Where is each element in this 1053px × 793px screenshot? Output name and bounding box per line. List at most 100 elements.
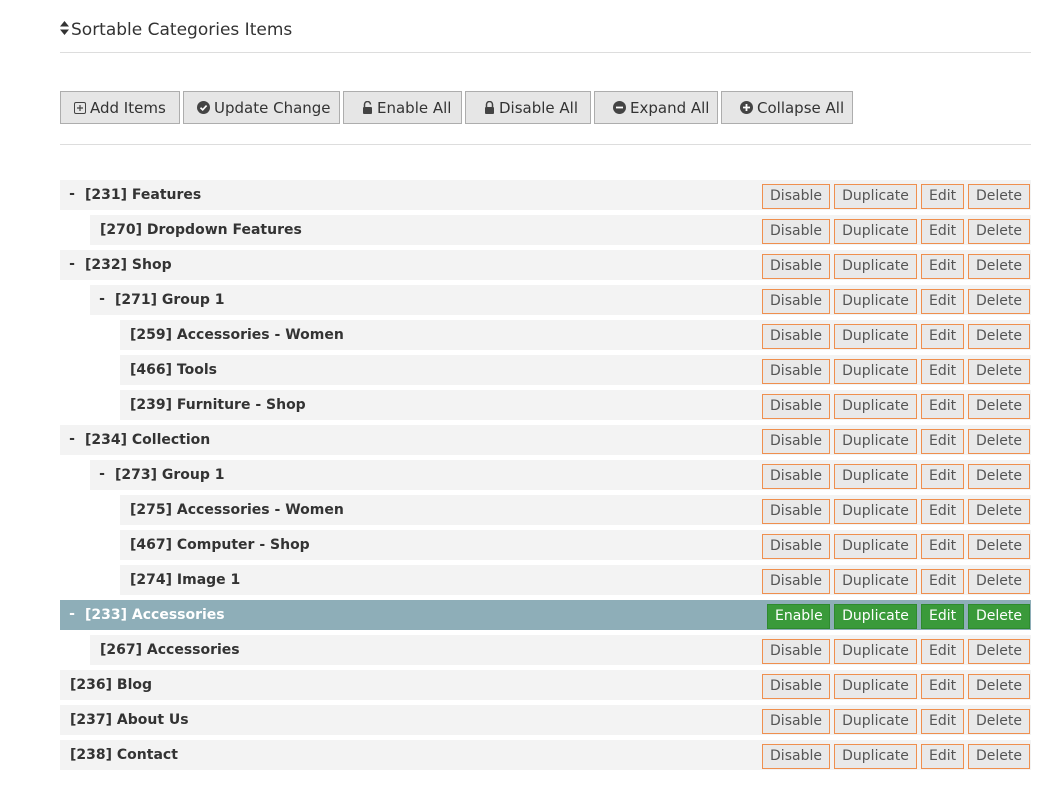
disable-button[interactable]: Disable — [762, 429, 830, 454]
delete-button[interactable]: Delete — [968, 394, 1030, 419]
enable-all-label: Enable All — [377, 98, 452, 117]
delete-button[interactable]: Delete — [968, 639, 1030, 664]
disable-button[interactable]: Disable — [762, 674, 830, 699]
duplicate-button[interactable]: Duplicate — [834, 254, 917, 279]
enable-button[interactable]: Enable — [767, 604, 830, 629]
delete-button[interactable]: Delete — [968, 674, 1030, 699]
tree-row-selected[interactable]: - [233] Accessories Enable Duplicate Edit Del… — [60, 600, 1031, 630]
delete-button[interactable]: Delete — [968, 289, 1030, 314]
enable-all-button[interactable]: Enable All — [343, 91, 462, 124]
edit-button[interactable]: Edit — [921, 289, 964, 314]
duplicate-button[interactable]: Duplicate — [834, 744, 917, 769]
edit-button[interactable]: Edit — [921, 639, 964, 664]
duplicate-button[interactable]: Duplicate — [834, 639, 917, 664]
tree-row[interactable]: - [232] Shop Disable Duplicate Edit Delete — [60, 250, 1031, 280]
delete-button[interactable]: Delete — [968, 604, 1030, 629]
tree-row[interactable]: - [271] Group 1 Disable Duplicate Edit Delete — [90, 285, 1031, 315]
edit-button[interactable]: Edit — [921, 429, 964, 454]
delete-button[interactable]: Delete — [968, 184, 1030, 209]
duplicate-button[interactable]: Duplicate — [834, 219, 917, 244]
collapse-toggle[interactable]: - — [67, 180, 77, 209]
duplicate-button[interactable]: Duplicate — [834, 289, 917, 314]
edit-button[interactable]: Edit — [921, 359, 964, 384]
tree-row[interactable]: [259] Accessories - Women Disable Duplicat… — [120, 320, 1031, 350]
disable-button[interactable]: Disable — [762, 359, 830, 384]
tree-row[interactable]: [275] Accessories - Women Disable Duplicat… — [120, 495, 1031, 525]
duplicate-button[interactable]: Duplicate — [834, 429, 917, 454]
tree-row[interactable]: [267] Accessories Disable Duplicate Edit Del… — [90, 635, 1031, 665]
edit-button[interactable]: Edit — [921, 569, 964, 594]
duplicate-button[interactable]: Duplicate — [834, 184, 917, 209]
disable-button[interactable]: Disable — [762, 219, 830, 244]
tree-row[interactable]: [237] About Us Disable Duplicate Edit Delete — [60, 705, 1031, 735]
edit-button[interactable]: Edit — [921, 499, 964, 524]
expand-all-button[interactable]: Expand All — [594, 91, 718, 124]
duplicate-button[interactable]: Duplicate — [834, 499, 917, 524]
duplicate-button[interactable]: Duplicate — [834, 464, 917, 489]
disable-button[interactable]: Disable — [762, 324, 830, 349]
lock-icon — [484, 101, 495, 114]
collapse-toggle[interactable]: - — [67, 600, 77, 629]
disable-button[interactable]: Disable — [762, 499, 830, 524]
edit-button[interactable]: Edit — [921, 709, 964, 734]
edit-button[interactable]: Edit — [921, 254, 964, 279]
disable-button[interactable]: Disable — [762, 254, 830, 279]
duplicate-button[interactable]: Duplicate — [834, 569, 917, 594]
tree-row[interactable]: - [231] Features Disable Duplicate Edit Delet… — [60, 180, 1031, 210]
collapse-toggle[interactable]: - — [97, 285, 107, 314]
disable-button[interactable]: Disable — [762, 569, 830, 594]
tree-row[interactable]: [236] Blog Disable Duplicate Edit Delete — [60, 670, 1031, 700]
disable-button[interactable]: Disable — [762, 534, 830, 559]
disable-button[interactable]: Disable — [762, 394, 830, 419]
tree-row[interactable]: [467] Computer - Shop Disable Duplicate Edi… — [120, 530, 1031, 560]
tree-row[interactable]: [238] Contact Disable Duplicate Edit Delete — [60, 740, 1031, 770]
disable-button[interactable]: Disable — [762, 639, 830, 664]
edit-button[interactable]: Edit — [921, 394, 964, 419]
duplicate-button[interactable]: Duplicate — [834, 359, 917, 384]
disable-button[interactable]: Disable — [762, 744, 830, 769]
add-items-button[interactable]: Add Items — [60, 91, 180, 124]
edit-button[interactable]: Edit — [921, 184, 964, 209]
edit-button[interactable]: Edit — [921, 534, 964, 559]
tree-row[interactable]: - [234] Collection Disable Duplicate Edit Del… — [60, 425, 1031, 455]
delete-button[interactable]: Delete — [968, 744, 1030, 769]
add-items-label: Add Items — [90, 98, 166, 117]
delete-button[interactable]: Delete — [968, 359, 1030, 384]
tree-row[interactable]: [239] Furniture - Shop Disable Duplicate Ed… — [120, 390, 1031, 420]
delete-button[interactable]: Delete — [968, 464, 1030, 489]
edit-button[interactable]: Edit — [921, 744, 964, 769]
delete-button[interactable]: Delete — [968, 324, 1030, 349]
delete-button[interactable]: Delete — [968, 254, 1030, 279]
tree-row[interactable]: [274] Image 1 Disable Duplicate Edit Delete — [120, 565, 1031, 595]
collapse-toggle[interactable]: - — [97, 460, 107, 489]
tree-row[interactable]: - [273] Group 1 Disable Duplicate Edit Delete — [90, 460, 1031, 490]
edit-button[interactable]: Edit — [921, 604, 964, 629]
delete-button[interactable]: Delete — [968, 534, 1030, 559]
duplicate-button[interactable]: Duplicate — [834, 709, 917, 734]
disable-button[interactable]: Disable — [762, 464, 830, 489]
disable-button[interactable]: Disable — [762, 184, 830, 209]
delete-button[interactable]: Delete — [968, 219, 1030, 244]
update-change-button[interactable]: Update Change — [183, 91, 340, 124]
duplicate-button[interactable]: Duplicate — [834, 394, 917, 419]
collapse-toggle[interactable]: - — [67, 425, 77, 454]
duplicate-button[interactable]: Duplicate — [834, 324, 917, 349]
edit-button[interactable]: Edit — [921, 219, 964, 244]
tree-row[interactable]: [270] Dropdown Features Disable Duplicate E… — [90, 215, 1031, 245]
delete-button[interactable]: Delete — [968, 429, 1030, 454]
edit-button[interactable]: Edit — [921, 324, 964, 349]
tree-row[interactable]: [466] Tools Disable Duplicate Edit Delete — [120, 355, 1031, 385]
collapse-toggle[interactable]: - — [67, 250, 77, 279]
delete-button[interactable]: Delete — [968, 569, 1030, 594]
duplicate-button[interactable]: Duplicate — [834, 534, 917, 559]
disable-button[interactable]: Disable — [762, 289, 830, 314]
delete-button[interactable]: Delete — [968, 709, 1030, 734]
disable-all-button[interactable]: Disable All — [465, 91, 591, 124]
duplicate-button[interactable]: Duplicate — [834, 604, 917, 629]
duplicate-button[interactable]: Duplicate — [834, 674, 917, 699]
edit-button[interactable]: Edit — [921, 674, 964, 699]
delete-button[interactable]: Delete — [968, 499, 1030, 524]
disable-button[interactable]: Disable — [762, 709, 830, 734]
collapse-all-button[interactable]: Collapse All — [721, 91, 853, 124]
edit-button[interactable]: Edit — [921, 464, 964, 489]
